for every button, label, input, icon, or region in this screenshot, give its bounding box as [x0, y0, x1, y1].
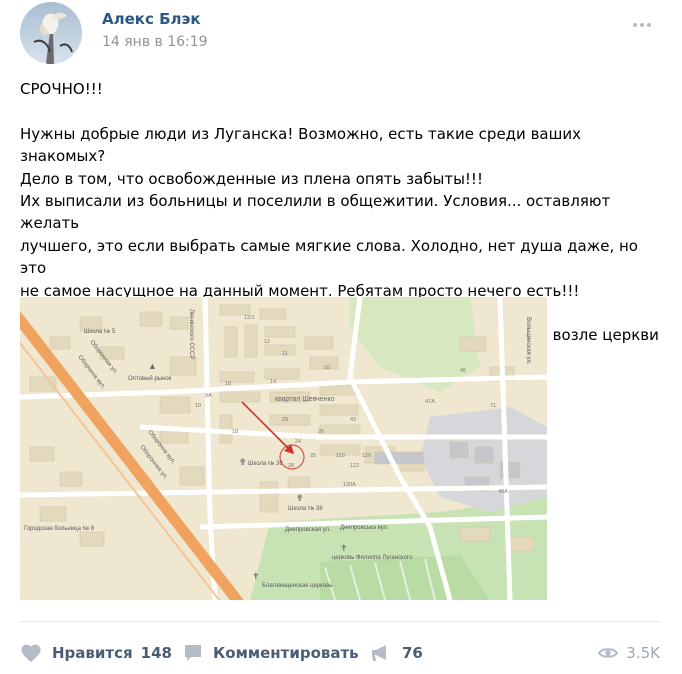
map-label: Днепровська вул. [340, 525, 389, 531]
post-actions: Нравится 148 Комментировать 76 3.5K [20, 641, 660, 665]
comment-button[interactable]: Комментировать [183, 641, 359, 665]
author-name[interactable]: Алекс Блэк [102, 10, 201, 28]
heart-icon [21, 644, 41, 663]
house-number: 11 [282, 351, 288, 357]
house-number: 18 [225, 381, 231, 387]
map-label: Школа № 38 [248, 460, 283, 467]
house-number: 12 [264, 339, 270, 345]
house-number: 25 [310, 453, 316, 459]
house-number: 18 [232, 429, 238, 435]
house-number: 49A [498, 489, 508, 495]
map-label: квартал Шевченко [275, 396, 335, 403]
comment-label: Комментировать [213, 644, 359, 662]
house-number: 120A [343, 482, 356, 488]
house-number: 14 [270, 379, 276, 385]
house-number: 47A [425, 399, 435, 405]
views-count: 3.5K [626, 644, 660, 662]
church-icon: ✝ [252, 571, 260, 581]
map-label: Школа № 38 [288, 505, 323, 512]
house-number: 12/1 [244, 315, 255, 321]
like-count: 148 [140, 644, 172, 662]
house-number: 120 [362, 453, 371, 459]
house-number: 9A [205, 393, 212, 399]
post-date[interactable]: 14 янв в 16:19 [102, 34, 208, 50]
map-label: церковь Филиппа Луганского [332, 555, 413, 561]
comment-icon [185, 645, 201, 661]
house-number: 43 [350, 417, 356, 423]
church-icon: ✝ [340, 543, 348, 553]
map-label: Оптовый рынок [128, 375, 172, 382]
author-avatar[interactable] [20, 2, 82, 64]
like-button[interactable]: Нравится 148 [20, 641, 172, 665]
market-icon: ▲ [148, 361, 157, 371]
megaphone-icon [372, 645, 386, 661]
share-button[interactable]: 76 [370, 641, 423, 665]
house-number: 10 [324, 365, 330, 371]
house-number: 71 [490, 403, 496, 409]
map-label: Днепровская ул. [285, 527, 331, 533]
school-icon: ✟ [296, 493, 304, 503]
map-image[interactable]: Школа № 5 Оптовый рынок квартал Шевченко… [20, 297, 547, 600]
map-label: Вольщинская ул. [525, 317, 531, 365]
school-icon: ✟ [239, 457, 247, 467]
views-counter: 3.5K [598, 641, 660, 665]
house-number: 10 [195, 403, 201, 409]
house-number: 45 [460, 368, 466, 374]
map-label: Благовещенская церковь [262, 583, 332, 589]
house-number: 122 [350, 463, 359, 469]
house-number: 119 [336, 453, 345, 459]
wall-post: Алекс Блэк 14 янв в 16:19 СРОЧНО!!! Нужн… [0, 0, 682, 674]
map-label: Школа № 5 [84, 328, 116, 335]
house-number: 24 [295, 439, 301, 445]
house-number: 26 [318, 429, 324, 435]
share-count: 76 [402, 644, 423, 662]
map-label: Городская больница № 8 [24, 525, 95, 532]
more-dots-icon[interactable] [633, 12, 659, 27]
house-number: 29 [282, 417, 288, 423]
eye-icon [598, 648, 619, 658]
like-label: Нравится [52, 644, 133, 662]
actions-divider [20, 621, 660, 622]
map-label: Ленинского СССР [188, 309, 194, 359]
